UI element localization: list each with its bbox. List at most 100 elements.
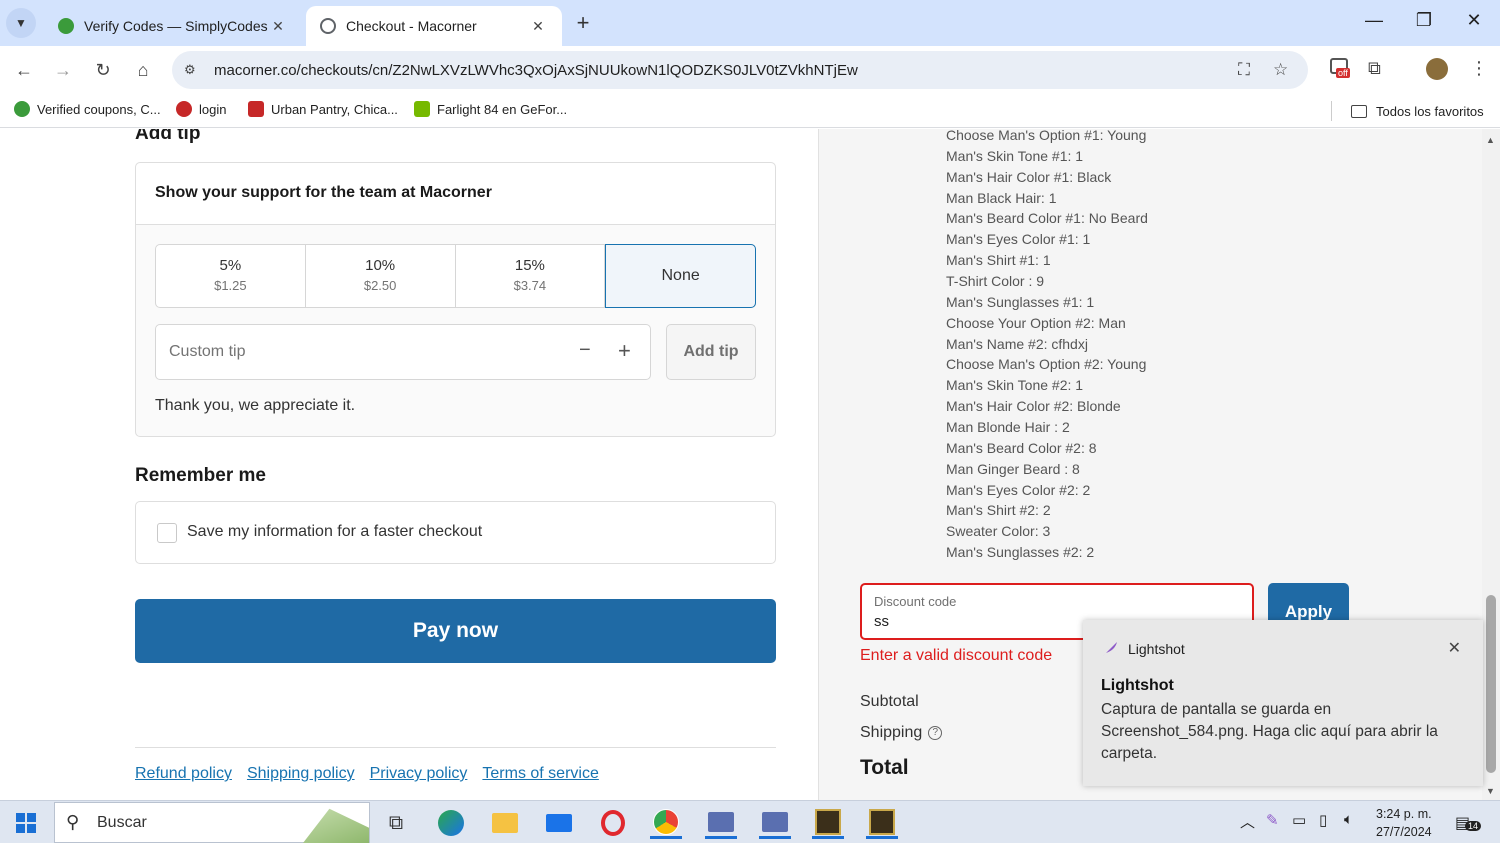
chrome-icon[interactable] (650, 807, 682, 839)
tip-percent: None (661, 267, 700, 284)
bookmark-farlight[interactable]: Farlight 84 en GeFor... (414, 101, 567, 117)
tip-amount: $2.50 (363, 278, 397, 293)
tip-percent: 10% (365, 257, 396, 274)
page-scrollbar[interactable]: ▲ ▼ (1482, 129, 1500, 800)
search-icon: ⚲ (66, 812, 80, 832)
volume-icon[interactable]: 🔈︎ (1344, 811, 1353, 828)
shipping-policy-link[interactable]: Shipping policy (247, 765, 355, 783)
checkmark-icon (14, 101, 30, 117)
bookmark-urban-pantry[interactable]: Urban Pantry, Chica... (248, 101, 398, 117)
refund-policy-link[interactable]: Refund policy (135, 765, 232, 783)
notification-center-icon[interactable]: ▤ 14 (1455, 813, 1482, 833)
item-property: Man's Name #2: cfhdxj (946, 335, 1088, 352)
lightshot-feather-icon (1103, 642, 1117, 656)
lightshot-tray-icon[interactable]: ✎ (1266, 811, 1279, 829)
help-circle-icon[interactable]: ? (928, 725, 943, 740)
discount-code-value: ss (874, 613, 889, 630)
tab-title: Verify Codes — SimplyCodes (84, 18, 268, 34)
extensions-puzzle-icon[interactable]: ⧉ (1368, 58, 1381, 79)
game-app-icon[interactable] (866, 807, 898, 839)
show-hidden-icons-chevron-icon[interactable]: ︿ (1240, 811, 1255, 832)
notification-body[interactable]: Captura de pantalla se guarda en Screens… (1101, 699, 1471, 765)
close-window-icon[interactable]: ✕ (1459, 10, 1489, 31)
notification-title: Lightshot (1101, 677, 1174, 694)
tip-option-15[interactable]: 15% $3.74 (456, 245, 606, 307)
bookmarks-bar: Verified coupons, C... login Urban Pantr… (0, 94, 1500, 128)
item-property: Man's Sunglasses #2: 2 (946, 544, 1095, 561)
taskbar-search-box[interactable]: ⚲ Buscar (54, 802, 370, 843)
terms-of-service-link[interactable]: Terms of service (482, 765, 598, 783)
tab-search-button[interactable]: ▼ (6, 8, 36, 38)
tip-card: Show your support for the team at Macorn… (135, 162, 776, 437)
item-property: Man Blonde Hair : 2 (946, 419, 1070, 436)
tab-checkout[interactable]: Checkout - Macorner ✕ (306, 6, 562, 46)
save-info-label[interactable]: Save my information for a faster checkou… (187, 523, 482, 541)
translate-icon[interactable]: ⛶ (1238, 60, 1250, 80)
scroll-down-arrow-icon[interactable]: ▼ (1486, 786, 1495, 796)
task-view-icon[interactable]: ⧉ (380, 807, 412, 839)
remember-me-heading: Remember me (135, 465, 266, 486)
url-text[interactable]: macorner.co/checkouts/cn/Z2NwLXVzLWVhc3Q… (214, 62, 1214, 79)
decrement-button[interactable]: − (579, 339, 591, 362)
forward-arrow-icon[interactable]: → (49, 56, 77, 84)
windows-start-icon[interactable] (16, 813, 36, 833)
save-info-checkbox[interactable] (157, 523, 177, 543)
opera-icon[interactable] (597, 807, 629, 839)
lightshot-notification[interactable]: Lightshot ✕ Lightshot Captura de pantall… (1083, 620, 1483, 786)
profile-avatar[interactable] (1426, 58, 1448, 80)
close-tab-icon[interactable]: ✕ (268, 18, 288, 35)
item-property: Choose Your Option #2: Man (946, 314, 1126, 331)
bookmark-verified-coupons[interactable]: Verified coupons, C... (14, 101, 161, 117)
close-notification-icon[interactable]: ✕ (1448, 638, 1461, 658)
folder-icon (1351, 104, 1367, 118)
coupon-extension-icon[interactable]: off (1330, 58, 1354, 80)
scroll-up-arrow-icon[interactable]: ▲ (1486, 135, 1495, 145)
add-tip-button[interactable]: Add tip (666, 324, 756, 380)
app-window-icon[interactable] (759, 807, 791, 839)
all-bookmarks[interactable]: Todos los favoritos (1331, 101, 1484, 121)
item-property: Man's Skin Tone #1: 1 (946, 147, 1084, 164)
item-properties-list: Choose Man's Option #1: Young Man's Skin… (946, 129, 1148, 565)
total-label: Total (860, 756, 909, 779)
app-window-icon[interactable] (705, 807, 737, 839)
back-arrow-icon[interactable]: ← (10, 56, 38, 84)
item-property: Sweater Color: 3 (946, 523, 1051, 540)
footer-links: Refund policy Shipping policy Privacy po… (135, 765, 599, 783)
bookmark-star-icon[interactable]: ☆ (1273, 60, 1288, 80)
menu-kebab-icon[interactable]: ⋮ (1470, 58, 1488, 79)
privacy-policy-link[interactable]: Privacy policy (370, 765, 468, 783)
tip-option-5[interactable]: 5% $1.25 (156, 245, 306, 307)
item-property: Man's Eyes Color #2: 2 (946, 481, 1091, 498)
file-explorer-icon[interactable] (489, 807, 521, 839)
tab-simplycodes[interactable]: Verify Codes — SimplyCodes ✕ (44, 6, 302, 46)
tip-thanks-text: Thank you, we appreciate it. (155, 397, 356, 414)
tip-option-none[interactable]: None (605, 244, 756, 308)
tip-option-10[interactable]: 10% $2.50 (306, 245, 456, 307)
pay-now-button[interactable]: Pay now (135, 599, 776, 663)
edge-browser-icon[interactable] (435, 807, 467, 839)
new-tab-button[interactable]: + (570, 10, 596, 36)
site-settings-icon[interactable]: ⚙ (184, 62, 204, 78)
address-bar[interactable]: ⚙ macorner.co/checkouts/cn/Z2NwLXVzLWVhc… (172, 51, 1308, 89)
bookmark-login[interactable]: login (176, 101, 226, 117)
bookmark-label: Farlight 84 en GeFor... (437, 101, 568, 117)
item-property: Man's Sunglasses #1: 1 (946, 293, 1095, 310)
home-icon[interactable]: ⌂ (129, 56, 157, 84)
minimize-icon[interactable]: — (1359, 10, 1389, 31)
add-tip-heading: Add tip (135, 129, 201, 144)
item-property: Man Black Hair: 1 (946, 189, 1057, 206)
network-icon[interactable]: ▭ (1292, 811, 1306, 829)
taskbar-clock[interactable]: 3:24 p. m. 27/7/2024 (1376, 805, 1432, 841)
off-badge: off (1336, 68, 1350, 78)
custom-tip-input[interactable]: Custom tip − + (155, 324, 651, 380)
increment-button[interactable]: + (618, 338, 631, 364)
reload-icon[interactable]: ↻ (89, 56, 117, 84)
restore-icon[interactable]: ❐ (1409, 10, 1439, 31)
game-app-icon[interactable] (812, 807, 844, 839)
power-icon[interactable]: ▯ (1319, 811, 1327, 829)
urban-pantry-icon (248, 101, 264, 117)
mail-icon[interactable] (543, 807, 575, 839)
scrollbar-thumb[interactable] (1486, 595, 1496, 773)
all-bookmarks-label: Todos los favoritos (1376, 103, 1484, 119)
close-tab-icon[interactable]: ✕ (528, 18, 548, 35)
